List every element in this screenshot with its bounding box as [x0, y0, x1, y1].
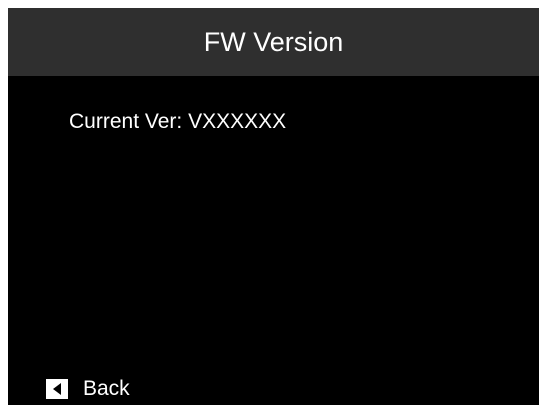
back-button[interactable]: Back — [46, 375, 130, 403]
triangle-left-icon — [46, 379, 68, 399]
current-version-line: Current Ver: VXXXXXX — [69, 110, 286, 134]
fw-version-screen: FW Version Current Ver: VXXXXXX Back — [8, 8, 539, 405]
current-version-label: Current Ver: — [69, 110, 183, 133]
current-version-value: VXXXXXX — [188, 110, 287, 133]
page-title: FW Version — [203, 26, 344, 57]
title-bar: FW Version — [8, 8, 539, 76]
back-label: Back — [83, 377, 130, 400]
